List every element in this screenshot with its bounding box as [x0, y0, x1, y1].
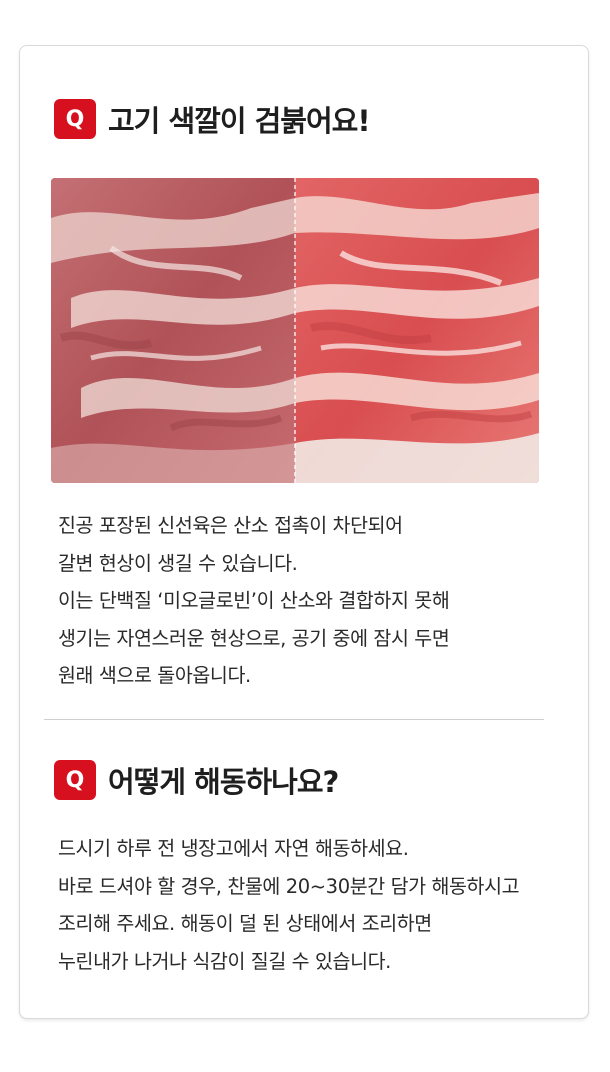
raw-pork-image	[51, 178, 539, 483]
faq-question-2: Q 어떻게 해동하나요?	[54, 759, 339, 801]
answer-line: 생기는 자연스러운 현상으로, 공기 중에 잠시 두면	[58, 626, 450, 650]
faq-card: Q 고기 색깔이 검붉어요! 진공 포장된 신선육은 산소 접촉이 차단되어 갈…	[19, 45, 589, 1019]
answer-text-2: 드시기 하루 전 냉장고에서 자연 해동하세요. 바로 드셔야 할 경우, 찬물…	[58, 830, 578, 980]
answer-line: 조리해 주세요. 해동이 덜 된 상태에서 조리하면	[58, 912, 432, 935]
answer-line: 누린내가 나거나 식감이 질길 수 있습니다.	[58, 949, 391, 973]
q-badge: Q	[54, 99, 96, 139]
answer-line: 갈변 현상이 생길 수 있습니다.	[58, 551, 298, 575]
answer-line: 진공 포장된 신선육은 산소 접촉이 차단되어	[58, 514, 403, 537]
q-badge: Q	[54, 760, 96, 800]
section-divider	[44, 719, 544, 720]
answer-line: 원래 색으로 돌아옵니다.	[58, 664, 251, 687]
question-title: 어떻게 해동하나요?	[108, 765, 339, 799]
meat-comparison-photo	[51, 178, 539, 483]
answer-line: 바로 드셔야 할 경우, 찬물에 20~30분간 담가 해동하시고	[58, 874, 520, 898]
answer-text-1: 진공 포장된 신선육은 산소 접촉이 차단되어 갈변 현상이 생길 수 있습니다…	[58, 507, 578, 695]
question-title: 고기 색깔이 검붉어요!	[108, 104, 371, 138]
answer-line: 이는 단백질 ‘미오글로빈’이 산소와 결합하지 못해	[58, 589, 450, 612]
answer-line: 드시기 하루 전 냉장고에서 자연 해동하세요.	[58, 837, 409, 860]
faq-question-1: Q 고기 색깔이 검붉어요!	[54, 98, 371, 140]
